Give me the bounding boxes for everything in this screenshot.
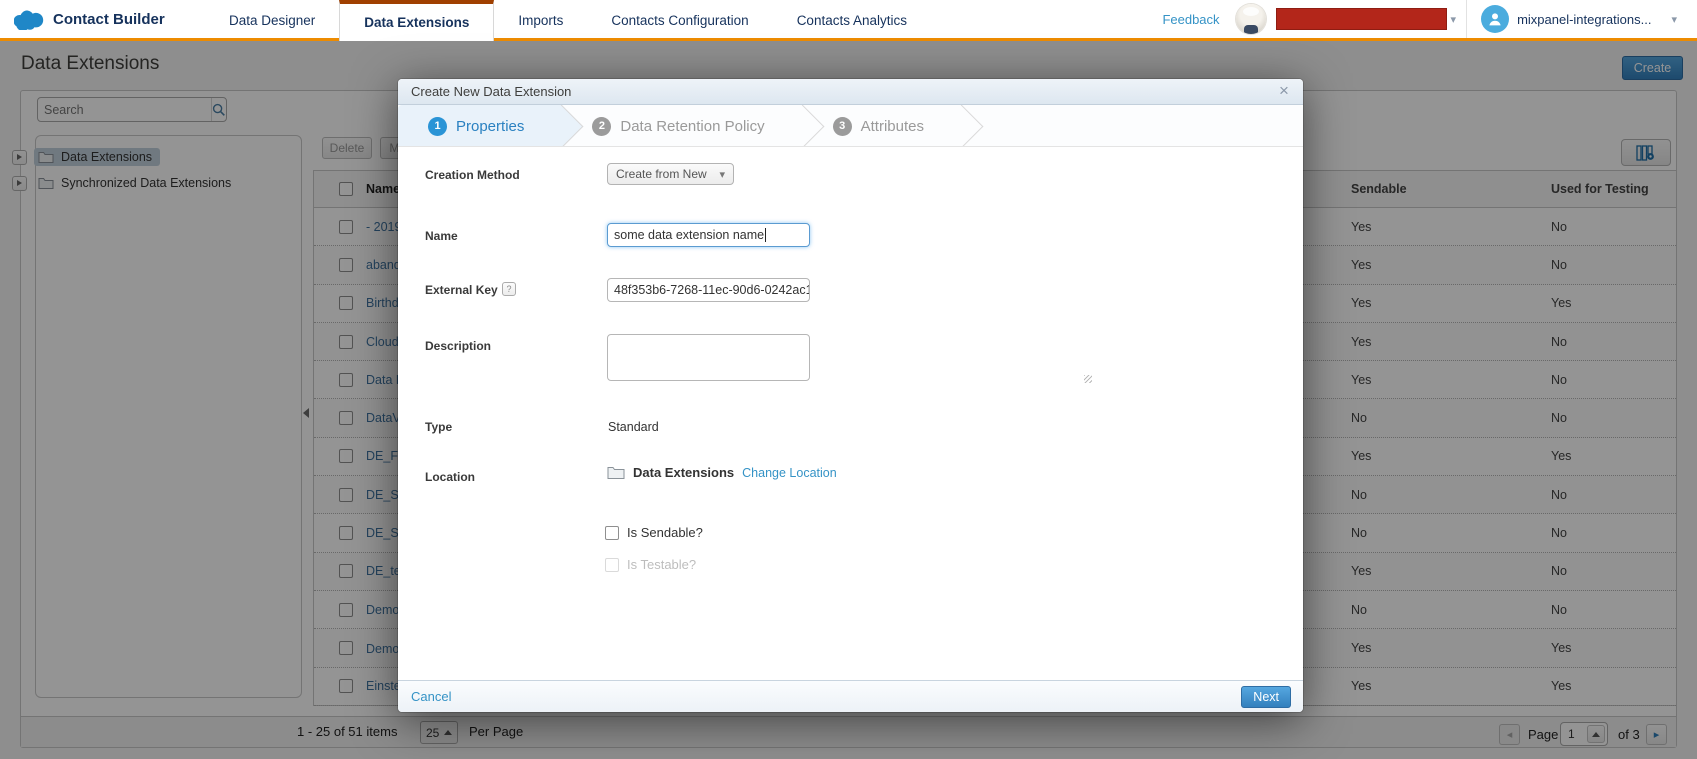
external-key-input[interactable]: 48f353b6-7268-11ec-90d6-0242ac1200	[607, 278, 810, 302]
salesforce-cloud-icon	[14, 9, 44, 30]
account-name: mixpanel-integrations...	[1517, 12, 1651, 27]
step-label: Properties	[456, 118, 524, 135]
modal-header: Create New Data Extension ×	[398, 79, 1303, 105]
tab-contacts-configuration[interactable]: Contacts Configuration	[587, 0, 772, 41]
chevron-down-icon[interactable]: ▾	[1451, 13, 1457, 26]
next-button[interactable]: Next	[1241, 686, 1291, 708]
step-number: 3	[833, 117, 852, 136]
app-brand[interactable]: Contact Builder	[14, 0, 165, 38]
nav-tabs: Data Designer Data Extensions Imports Co…	[205, 0, 931, 41]
name-input[interactable]: some data extension name	[607, 223, 810, 247]
name-value: some data extension name	[614, 228, 764, 242]
chevron-down-icon: ▾	[1671, 13, 1677, 26]
step-number: 1	[428, 117, 447, 136]
top-nav: Contact Builder Data Designer Data Exten…	[0, 0, 1697, 41]
step-attributes[interactable]: 3 Attributes	[803, 105, 962, 147]
description-textarea[interactable]	[607, 334, 810, 381]
user-avatar-icon	[1481, 5, 1509, 33]
step-number: 2	[592, 117, 611, 136]
is-sendable-label: Is Sendable?	[627, 525, 703, 540]
tab-data-designer[interactable]: Data Designer	[205, 0, 339, 41]
is-testable-label: Is Testable?	[627, 557, 696, 572]
creation-method-value: Create from New	[616, 167, 707, 181]
create-data-extension-modal: Create New Data Extension × 1 Properties…	[398, 79, 1303, 712]
creation-method-label: Creation Method	[425, 168, 520, 182]
tab-data-extensions[interactable]: Data Extensions	[339, 0, 494, 41]
description-label: Description	[425, 339, 491, 353]
step-label: Attributes	[861, 118, 924, 135]
modal-footer: Cancel Next	[398, 680, 1303, 712]
modal-title: Create New Data Extension	[411, 84, 571, 99]
step-data-retention-policy[interactable]: 2 Data Retention Policy	[562, 105, 802, 147]
text-cursor	[765, 228, 766, 242]
wizard-steps: 1 Properties 2 Data Retention Policy 3 A…	[398, 105, 1303, 147]
tab-contacts-analytics[interactable]: Contacts Analytics	[773, 0, 931, 41]
cancel-link[interactable]: Cancel	[411, 689, 451, 704]
feedback-link[interactable]: Feedback	[1162, 12, 1219, 27]
step-properties[interactable]: 1 Properties	[398, 105, 562, 147]
creation-method-dropdown[interactable]: Create from New ▾	[607, 163, 734, 185]
change-location-link[interactable]: Change Location	[742, 466, 837, 480]
einstein-avatar-icon[interactable]	[1236, 4, 1266, 34]
app-name: Contact Builder	[53, 11, 165, 28]
help-icon[interactable]: ?	[502, 282, 516, 296]
close-icon[interactable]: ×	[1275, 81, 1293, 101]
type-label: Type	[425, 420, 452, 434]
step-label: Data Retention Policy	[620, 118, 764, 135]
folder-icon	[607, 466, 625, 479]
account-menu[interactable]: mixpanel-integrations... ▾	[1481, 5, 1683, 33]
external-key-value: 48f353b6-7268-11ec-90d6-0242ac1200	[614, 283, 810, 297]
is-sendable-checkbox[interactable]	[605, 526, 619, 540]
type-value: Standard	[608, 420, 659, 434]
business-unit-selector[interactable]	[1276, 8, 1447, 30]
name-label: Name	[425, 229, 458, 243]
location-label: Location	[425, 470, 475, 484]
chevron-down-icon: ▾	[719, 168, 725, 181]
location-value: Data Extensions	[633, 465, 734, 480]
external-key-label: External Key	[425, 283, 498, 297]
nav-divider	[1466, 0, 1467, 38]
tab-imports[interactable]: Imports	[494, 0, 587, 41]
is-testable-checkbox	[605, 558, 619, 572]
